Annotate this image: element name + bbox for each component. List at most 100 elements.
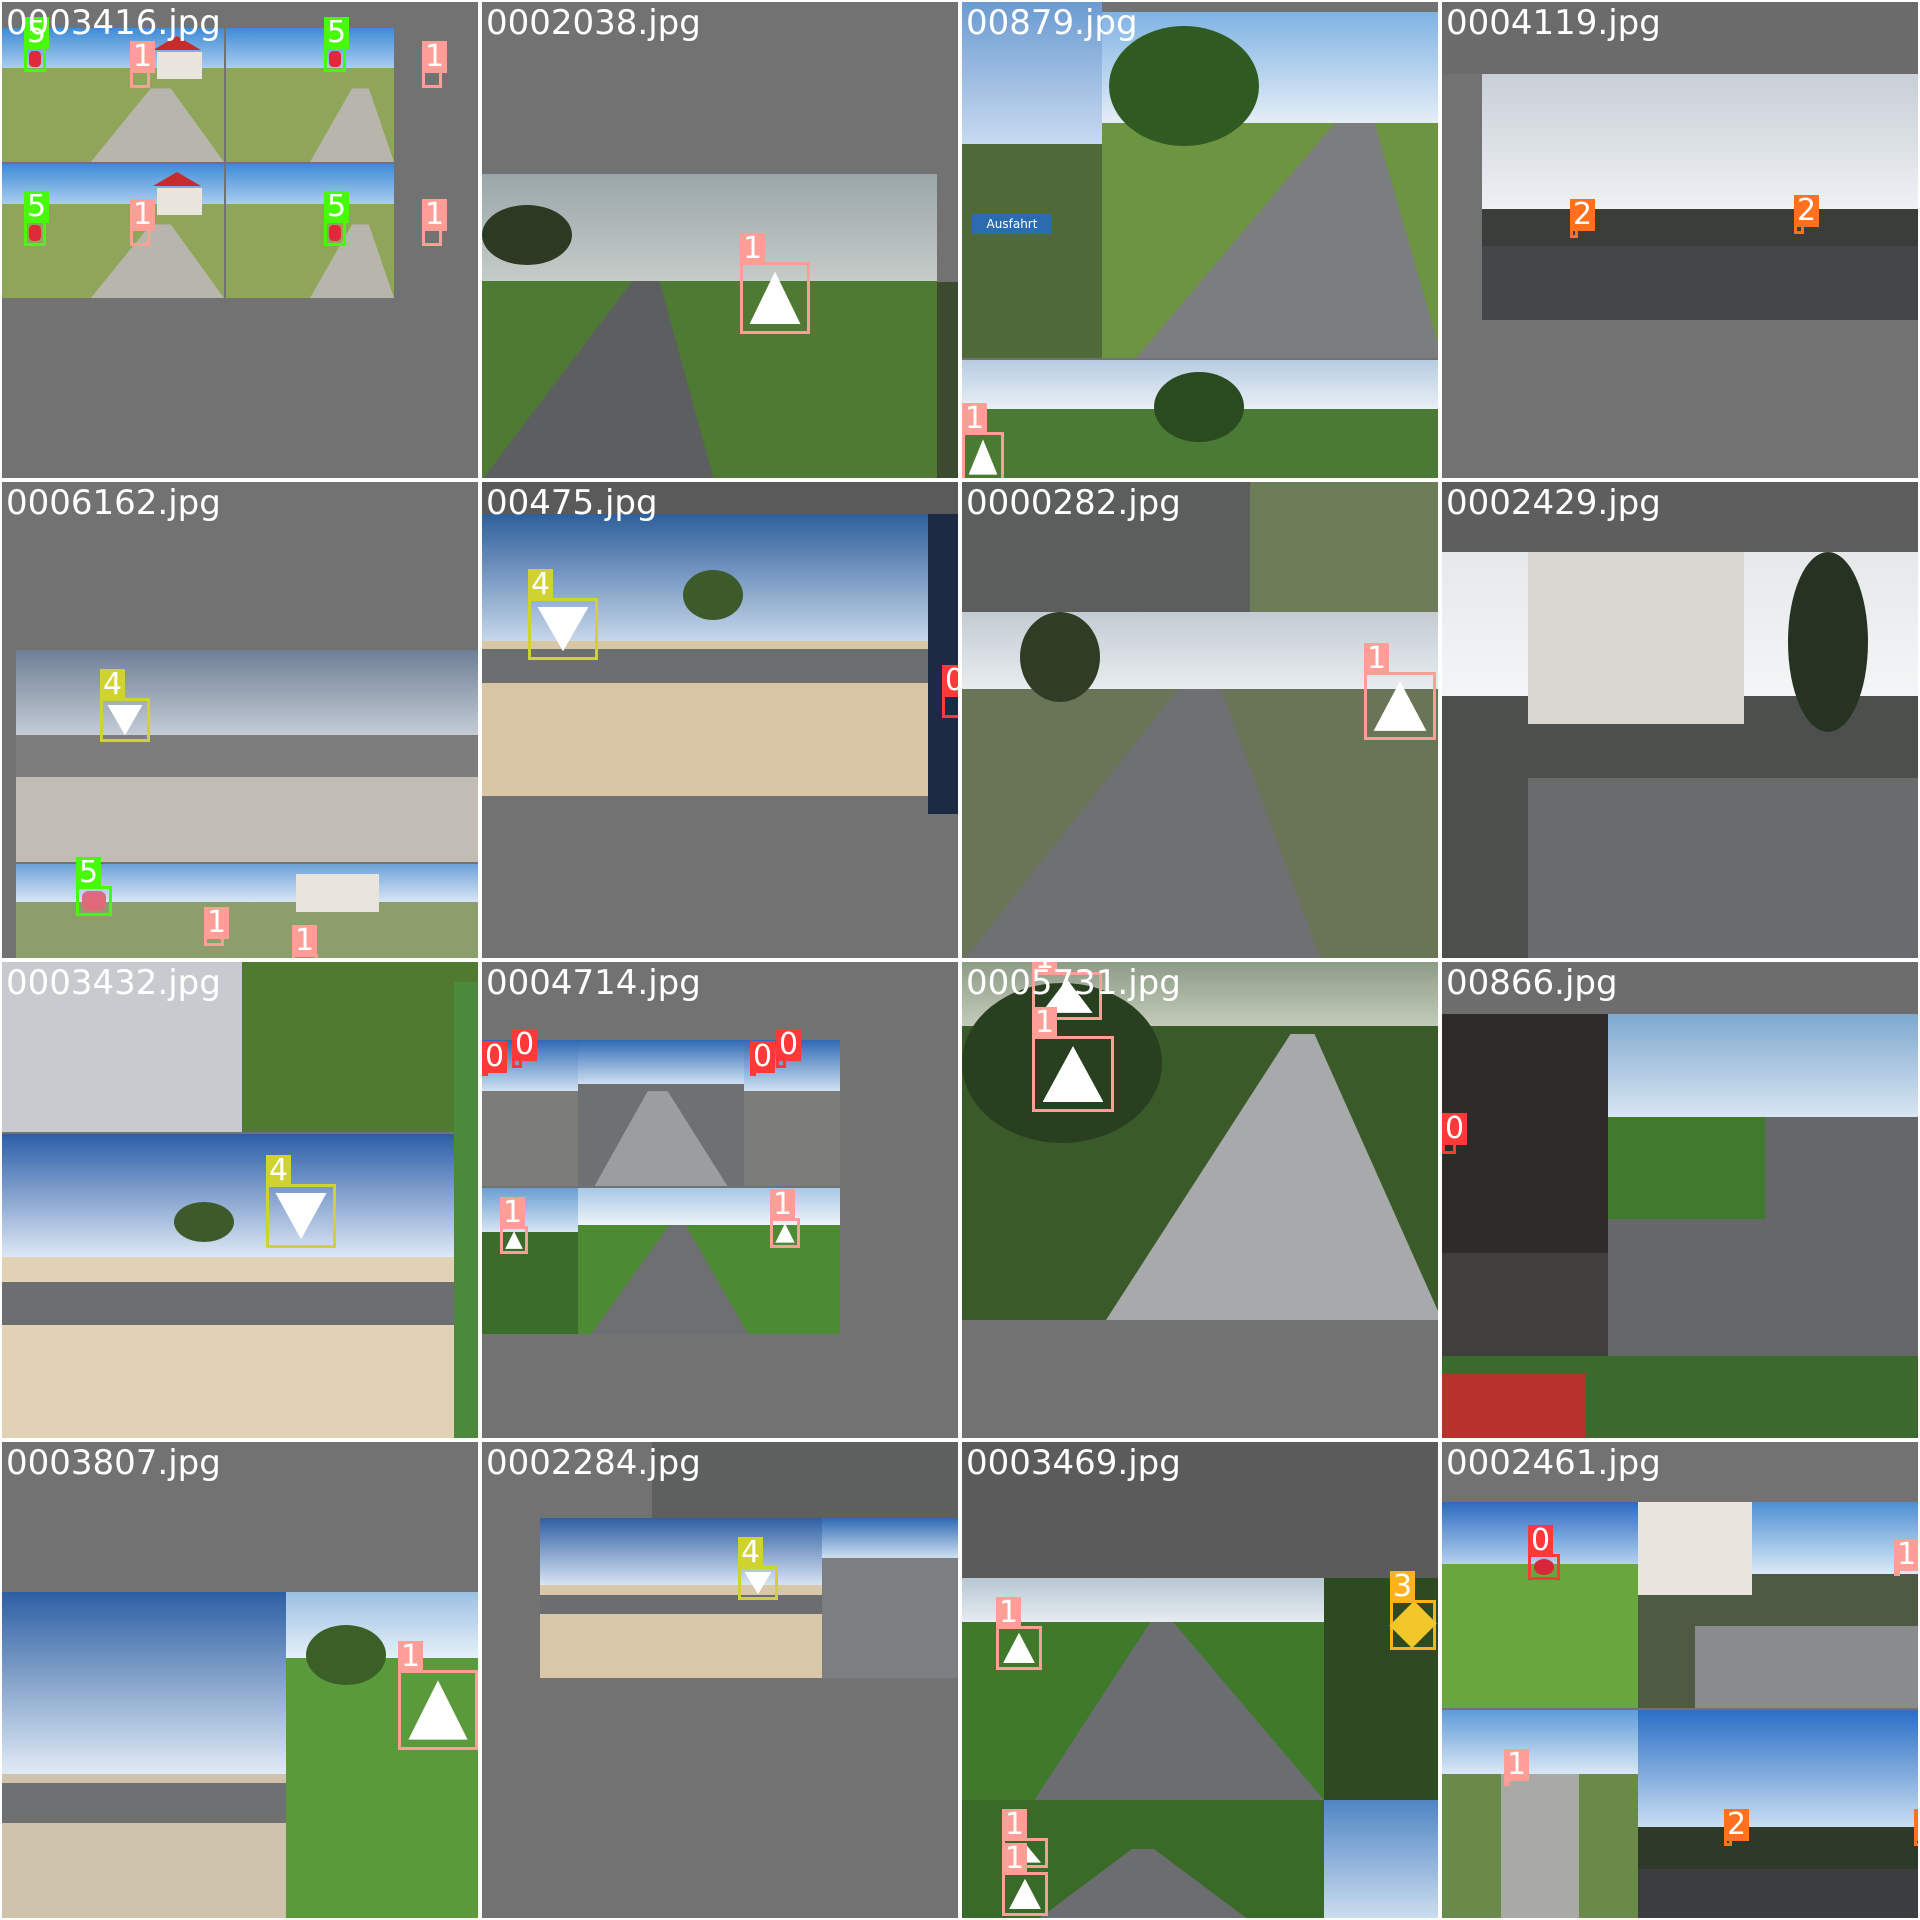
class-badge: 1 [1002, 1809, 1028, 1841]
photo [822, 1518, 958, 1678]
tile-filename: 0002461.jpg [1446, 1443, 1661, 1483]
class-badge: 0 [512, 1029, 538, 1061]
detection-box: 1 [398, 1641, 478, 1750]
detection-box: 4 [738, 1537, 778, 1600]
tile-filename: 0002038.jpg [486, 3, 701, 43]
photo [2, 1592, 286, 1918]
mosaic-tile-0003469: 1 3 1 1 0003469.jpg [960, 1440, 1440, 1920]
mosaic-tile-0004119: 2 2 0004119.jpg [1440, 0, 1920, 480]
tile-filename: 0002429.jpg [1446, 483, 1661, 523]
class-badge: 1 [740, 233, 766, 265]
detection-box: 5 [324, 17, 350, 72]
class-badge: 1 [1032, 1007, 1058, 1039]
mosaic-tile-0003432: 4 0003432.jpg [0, 960, 480, 1440]
photo [937, 282, 958, 478]
tile-filename: 0000282.jpg [966, 483, 1181, 523]
mosaic-tile-0003807: 1 0003807.jpg [0, 1440, 480, 1920]
detection-box: 2 [1724, 1809, 1750, 1846]
class-badge: 0 [482, 1041, 508, 1073]
detection-box: 1 [422, 41, 448, 88]
class-badge: 2 [1794, 195, 1820, 227]
class-badge: 1 [500, 1197, 526, 1229]
class-badge: 1 [398, 1641, 424, 1673]
tile-filename: 00866.jpg [1446, 963, 1618, 1003]
class-badge: 1 [996, 1597, 1022, 1629]
detection-box: 1 [130, 41, 156, 88]
class-badge: 5 [24, 191, 50, 223]
class-badge: 1 [130, 41, 156, 73]
detection-box: 1 [422, 199, 448, 246]
photo [16, 650, 478, 862]
photo [962, 360, 1438, 478]
photo [578, 1188, 840, 1334]
photo [1102, 12, 1438, 358]
mosaic-tile-0002461: 0 1 1 2 2 0002461.jpg [1440, 1440, 1920, 1920]
detection-box: 1 [204, 907, 230, 946]
photo [1442, 1014, 1608, 1356]
mosaic-tile-0003416: 5 1 5 1 5 1 5 1 0003416.jpg [0, 0, 480, 480]
photo [1482, 74, 1918, 320]
detection-box: 1 [1032, 1007, 1114, 1112]
detection-box: 2 [1914, 1809, 1918, 1846]
tile-filename: 00879.jpg [966, 3, 1138, 43]
detection-box: 3 [1389, 1571, 1437, 1650]
photo [1442, 1356, 1918, 1438]
class-badge: 2 [1914, 1809, 1918, 1841]
class-badge: 4 [100, 669, 126, 701]
detection-box: 4 [100, 669, 150, 742]
class-badge: 0 [1528, 1525, 1554, 1557]
class-badge: 1 [204, 907, 230, 939]
tile-filename: 0003469.jpg [966, 1443, 1181, 1483]
detection-box: 1 [1504, 1749, 1530, 1786]
detection-box: 0 [512, 1029, 538, 1068]
detection-box: 0 [776, 1029, 802, 1068]
class-badge: 4 [528, 569, 554, 601]
photo [1324, 1800, 1438, 1918]
detection-box: 1 [770, 1189, 800, 1248]
mosaic-tile-00879: Ausfahrt 1 00879.jpg [960, 0, 1440, 480]
photo [540, 1518, 822, 1678]
detection-box: 1 [962, 403, 1004, 478]
detection-box: 1 [996, 1597, 1042, 1670]
photo: Ausfahrt [962, 2, 1102, 358]
class-badge: 4 [266, 1155, 292, 1187]
detection-box: 1 [130, 199, 156, 246]
tile-filename: 0004714.jpg [486, 963, 701, 1003]
mosaic-grid: 5 1 5 1 5 1 5 1 0003416.jpg 1 0002038.jp… [0, 0, 1920, 1920]
class-badge: 3 [1390, 1571, 1416, 1603]
detection-box: 4 [528, 569, 598, 660]
tile-filename: 0002284.jpg [486, 1443, 701, 1483]
class-badge: 5 [324, 191, 350, 223]
class-badge: 1 [422, 199, 448, 231]
detection-box: 1 [1002, 1843, 1048, 1916]
ausfahrt-sign: Ausfahrt [972, 214, 1052, 234]
class-badge: 0 [776, 1029, 802, 1061]
class-badge: 2 [1570, 199, 1596, 231]
class-badge: 0 [750, 1041, 776, 1073]
class-badge: 2 [1724, 1809, 1750, 1841]
class-badge: 5 [324, 17, 350, 49]
class-badge: 1 [1504, 1749, 1530, 1781]
photo [482, 1188, 578, 1334]
class-badge: 1 [292, 925, 318, 957]
mosaic-tile-0002284: 4 0002284.jpg [480, 1440, 960, 1920]
detection-box: 5 [24, 17, 50, 72]
tile-filename: 00475.jpg [486, 483, 658, 523]
photo [1638, 1710, 1918, 1918]
mosaic-tile-0002429: 0002429.jpg [1440, 480, 1920, 960]
detection-box: 0 [1442, 1113, 1468, 1154]
photo [286, 1592, 478, 1918]
tile-filename: 0006162.jpg [6, 483, 221, 523]
class-badge: 1 [130, 199, 156, 231]
photo [1442, 1710, 1638, 1918]
detection-box: 1 [740, 233, 810, 334]
mosaic-tile-0006162: 4 5 1 1 0006162.jpg [0, 480, 480, 960]
photo [482, 174, 937, 478]
detection-box: 0 [1528, 1525, 1560, 1580]
class-badge: 1 [1894, 1539, 1918, 1571]
tile-filename: 0003807.jpg [6, 1443, 221, 1483]
mosaic-tile-0000282: 1 0000282.jpg [960, 480, 1440, 960]
detection-box: 1 [500, 1197, 528, 1254]
detection-box: 0 [942, 665, 958, 718]
class-badge: 4 [738, 1537, 764, 1569]
